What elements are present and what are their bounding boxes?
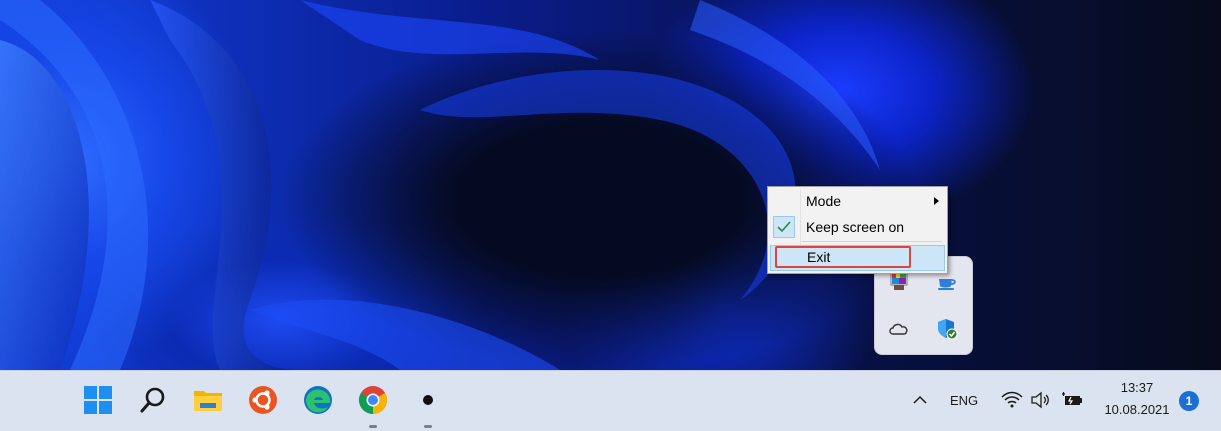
dot-app-icon	[423, 395, 433, 405]
clock-date: 10.08.2021	[1104, 402, 1170, 417]
search-icon	[140, 387, 165, 413]
app-button[interactable]	[408, 382, 448, 428]
checkmark-icon	[773, 216, 795, 238]
menu-item-label: Mode	[806, 193, 842, 209]
menu-separator	[802, 241, 942, 242]
edge-button[interactable]	[298, 382, 338, 418]
tray-context-menu: Mode Keep screen on Exit	[767, 186, 948, 274]
notification-count-badge[interactable]: 1	[1179, 391, 1199, 411]
start-button[interactable]	[78, 382, 118, 418]
desktop-wallpaper	[0, 0, 1221, 370]
volume-icon[interactable]	[1030, 390, 1052, 410]
edge-icon	[304, 386, 332, 414]
menu-item-mode[interactable]: Mode	[770, 189, 945, 213]
menu-item-label: Exit	[807, 249, 831, 265]
input-language-indicator[interactable]: ENG	[950, 393, 978, 408]
menu-item-keep-screen-on[interactable]: Keep screen on	[770, 215, 945, 239]
menu-item-label: Keep screen on	[806, 219, 905, 235]
file-explorer-button[interactable]	[188, 382, 228, 418]
search-button[interactable]	[133, 382, 173, 418]
defender-shield-icon[interactable]	[935, 317, 959, 341]
show-hidden-icons-button[interactable]	[910, 392, 930, 408]
ubuntu-button[interactable]	[243, 382, 283, 418]
folder-icon	[194, 391, 222, 411]
battery-charging-icon[interactable]	[1060, 390, 1084, 410]
running-indicator	[424, 425, 432, 428]
onedrive-cloud-icon[interactable]	[887, 317, 911, 341]
chrome-icon	[359, 386, 387, 414]
running-indicator	[369, 425, 377, 428]
submenu-arrow-icon	[934, 197, 939, 205]
wifi-icon[interactable]	[1000, 390, 1024, 410]
menu-item-exit[interactable]: Exit	[770, 245, 945, 271]
chrome-button[interactable]	[353, 382, 393, 428]
windows-logo-icon	[84, 386, 112, 414]
chevron-up-icon	[913, 395, 927, 404]
ubuntu-icon	[249, 386, 277, 414]
clock-time: 13:37	[1120, 380, 1154, 395]
